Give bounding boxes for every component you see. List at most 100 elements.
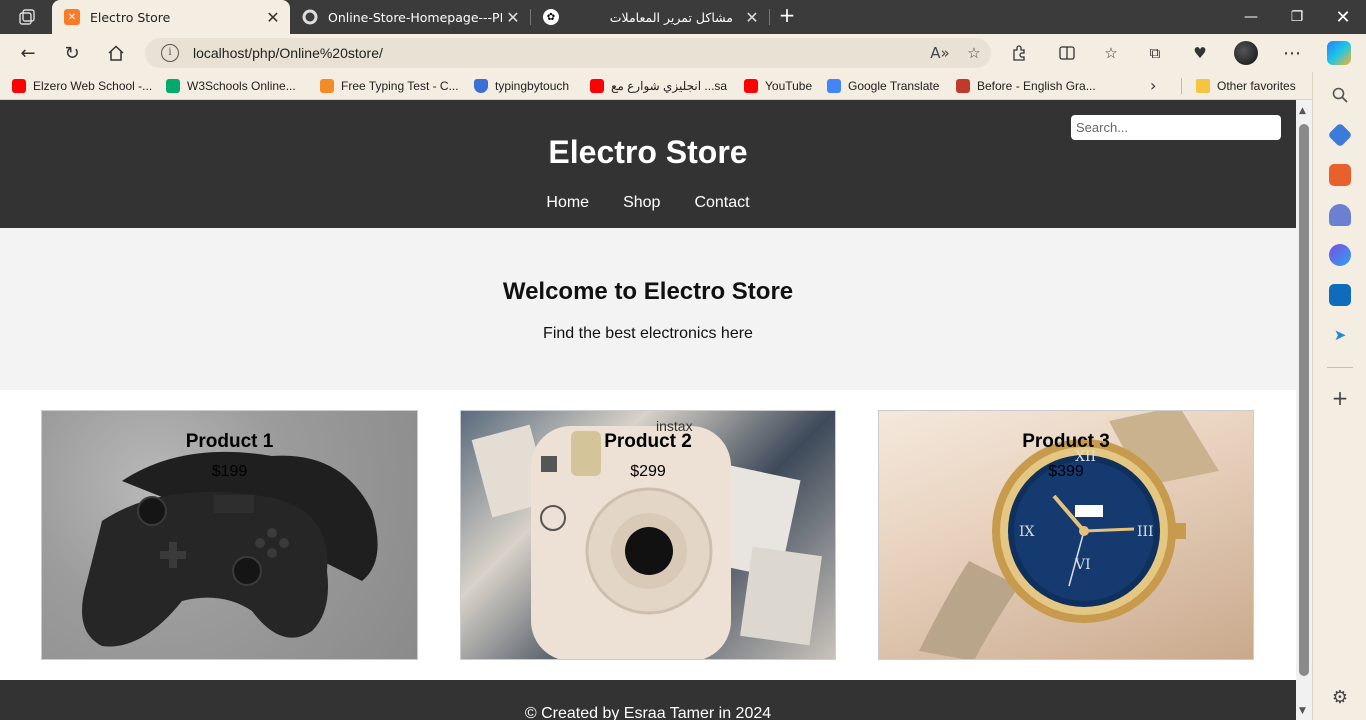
tab-divider bbox=[769, 9, 770, 25]
github-icon bbox=[302, 9, 318, 25]
chatgpt-icon: ✿ bbox=[543, 9, 559, 25]
health-icon[interactable]: ♥ bbox=[1188, 42, 1212, 64]
bookmark-before-grammar[interactable]: Before - English Gra... bbox=[956, 77, 1096, 95]
restore-button[interactable]: ❐ bbox=[1274, 0, 1320, 34]
other-favorites-label: Other favorites bbox=[1217, 79, 1296, 93]
close-tab-icon[interactable]: ✕ bbox=[262, 8, 284, 27]
tab-title: Electro Store bbox=[90, 9, 171, 25]
refresh-icon[interactable]: ↻ bbox=[58, 40, 86, 66]
close-tab-icon[interactable]: ✕ bbox=[741, 8, 763, 27]
svg-text:III: III bbox=[1137, 524, 1154, 540]
home-icon[interactable] bbox=[102, 40, 130, 66]
bookmark-label: انجليزي شوارع مع ...sa bbox=[611, 79, 728, 93]
product-card[interactable]: instax Product 2 $299 bbox=[460, 410, 836, 660]
product-card[interactable]: Product 1 $199 bbox=[41, 410, 418, 660]
search-input[interactable] bbox=[1071, 115, 1281, 140]
bookmark-english-streets[interactable]: انجليزي شوارع مع ...sa bbox=[590, 77, 727, 95]
extensions-icon[interactable] bbox=[1007, 42, 1031, 64]
copilot-icon[interactable] bbox=[1327, 41, 1351, 65]
minimize-button[interactable]: — bbox=[1228, 0, 1274, 34]
hero-section: Welcome to Electro Store Find the best e… bbox=[0, 228, 1296, 390]
close-window-button[interactable]: ✕ bbox=[1320, 0, 1366, 34]
page-viewport: Electro Store Home Shop Contact Welcome … bbox=[0, 100, 1296, 720]
footer-text: © Created by Esraa Tamer in 2024 bbox=[524, 705, 772, 720]
new-tab-button[interactable]: + bbox=[776, 5, 798, 27]
other-favorites[interactable]: Other favorites bbox=[1196, 77, 1296, 95]
copilot-app-icon[interactable] bbox=[1329, 244, 1351, 266]
bookmark-label: Elzero Web School -... bbox=[33, 79, 153, 93]
workspaces-icon[interactable] bbox=[8, 6, 46, 28]
bookmarks-bar: Elzero Web School -... W3Schools Online.… bbox=[0, 72, 1312, 100]
bookmark-youtube[interactable]: YouTube bbox=[744, 77, 812, 95]
site-header: Electro Store Home Shop Contact bbox=[0, 100, 1296, 228]
scrollbar-thumb[interactable] bbox=[1299, 124, 1309, 676]
site-info-icon[interactable]: i bbox=[161, 44, 179, 62]
tools-icon[interactable] bbox=[1329, 164, 1351, 186]
product-title: Product 2 bbox=[604, 431, 692, 452]
bookmark-w3schools[interactable]: W3Schools Online... bbox=[166, 77, 296, 95]
more-options-icon[interactable]: ⋯ bbox=[1280, 42, 1304, 64]
chevron-right-icon[interactable]: › bbox=[1150, 76, 1156, 95]
svg-text:VI: VI bbox=[1074, 557, 1091, 573]
bookmarks-divider bbox=[1181, 78, 1182, 94]
games-icon[interactable] bbox=[1329, 204, 1351, 226]
nav-shop[interactable]: Shop bbox=[623, 194, 660, 212]
svg-text:IX: IX bbox=[1019, 524, 1035, 540]
read-aloud-icon[interactable]: A» bbox=[923, 44, 957, 62]
bookmark-label: W3Schools Online... bbox=[187, 79, 296, 93]
site-footer: © Created by Esraa Tamer in 2024 bbox=[0, 680, 1296, 720]
tab-github[interactable]: Online-Store-Homepage---PHP- ✕ bbox=[290, 0, 530, 34]
favorites-icon[interactable]: ☆ bbox=[1099, 42, 1123, 64]
youtube-icon bbox=[744, 79, 758, 93]
collections-icon[interactable]: ⧉ bbox=[1143, 42, 1167, 64]
back-icon[interactable]: ← bbox=[14, 40, 42, 66]
settings-gear-icon[interactable]: ⚙ bbox=[1329, 686, 1351, 708]
youtube-icon bbox=[12, 79, 26, 93]
translate-icon bbox=[827, 79, 841, 93]
shopping-tag-icon[interactable] bbox=[1327, 122, 1353, 148]
edge-sidebar: ➤ + ⚙ bbox=[1312, 72, 1366, 720]
bookmark-typingbytouch[interactable]: typingbytouch bbox=[474, 77, 569, 95]
product-card[interactable]: VI XII IX III Product 3 $399 bbox=[878, 410, 1254, 660]
address-bar[interactable]: i localhost/php/Online%20store/ A» ☆ bbox=[145, 38, 991, 68]
split-screen-icon[interactable] bbox=[1055, 42, 1079, 64]
favorite-star-icon[interactable]: ☆ bbox=[957, 44, 991, 62]
tab-title: مشاكل تمرير المعاملات bbox=[609, 9, 733, 25]
product-title: Product 3 bbox=[1022, 431, 1110, 452]
url-text[interactable]: localhost/php/Online%20store/ bbox=[193, 45, 923, 61]
scroll-down-icon[interactable]: ▼ bbox=[1299, 706, 1306, 716]
site-nav: Home Shop Contact bbox=[0, 194, 1296, 212]
bookmark-elzero[interactable]: Elzero Web School -... bbox=[12, 77, 152, 95]
shield-icon bbox=[474, 79, 488, 93]
browser-toolbar: ← ↻ i localhost/php/Online%20store/ A» ☆… bbox=[0, 34, 1366, 72]
tab-electro-store[interactable]: ✕ Electro Store ✕ bbox=[52, 0, 290, 34]
crest-icon bbox=[956, 79, 970, 93]
tab-strip: ✕ Electro Store ✕ Online-Store-Homepage-… bbox=[0, 0, 1366, 34]
sidebar-divider bbox=[1327, 367, 1353, 368]
search-icon[interactable] bbox=[1329, 84, 1351, 106]
bookmark-label: Google Translate bbox=[848, 79, 940, 93]
product-price: $199 bbox=[211, 463, 248, 480]
bookmark-google-translate[interactable]: Google Translate bbox=[827, 77, 939, 95]
add-icon[interactable]: + bbox=[1329, 386, 1351, 410]
tab-chatgpt[interactable]: ✿ مشاكل تمرير المعاملات ✕ bbox=[531, 0, 769, 34]
folder-icon bbox=[1196, 79, 1210, 93]
chat-icon bbox=[320, 79, 334, 93]
scroll-up-icon[interactable]: ▲ bbox=[1299, 106, 1306, 116]
youtube-icon bbox=[590, 79, 604, 93]
product-price: $399 bbox=[1048, 463, 1084, 480]
profile-avatar[interactable] bbox=[1234, 41, 1258, 65]
close-tab-icon[interactable]: ✕ bbox=[502, 8, 524, 27]
product-title: Product 1 bbox=[185, 431, 274, 452]
nav-home[interactable]: Home bbox=[546, 194, 589, 212]
send-icon[interactable]: ➤ bbox=[1329, 324, 1351, 346]
bookmark-label: Before - English Gra... bbox=[977, 79, 1096, 93]
bookmark-label: Free Typing Test - C... bbox=[341, 79, 459, 93]
bookmark-label: YouTube bbox=[765, 79, 813, 93]
bookmark-typing-test[interactable]: Free Typing Test - C... bbox=[320, 77, 459, 95]
bookmark-label: typingbytouch bbox=[495, 79, 570, 93]
nav-contact[interactable]: Contact bbox=[694, 194, 749, 212]
outlook-icon[interactable] bbox=[1329, 284, 1351, 306]
xampp-icon: ✕ bbox=[64, 9, 80, 25]
page-scrollbar[interactable]: ▲ ▼ bbox=[1296, 100, 1312, 720]
